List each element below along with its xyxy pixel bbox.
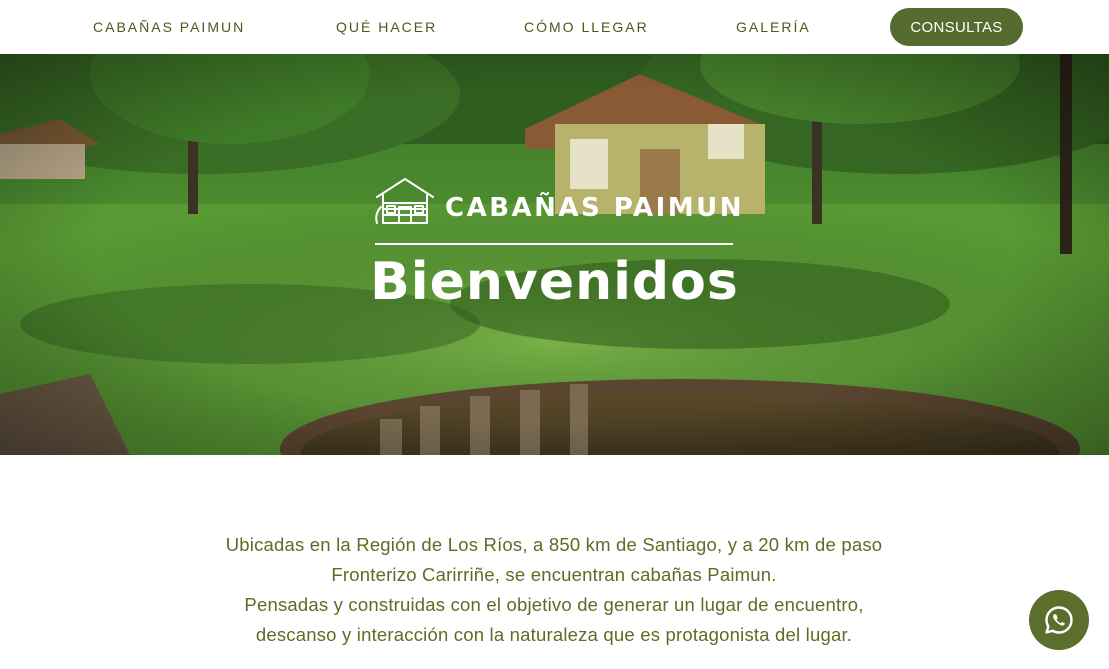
consultas-button[interactable]: CONSULTAS [890, 8, 1023, 46]
nav-link-galeria[interactable]: GALERÍA [736, 19, 811, 35]
intro-line: Pensadas y construidas con el objetivo d… [244, 594, 864, 615]
whatsapp-icon [1045, 606, 1073, 634]
intro-line: descanso y interacción con la naturaleza… [255, 624, 853, 645]
brand-logo: CABAÑAS PAIMUN [375, 177, 742, 225]
whatsapp-button[interactable] [1029, 590, 1089, 650]
nav-link-cabanas-paimun[interactable]: CABAÑAS PAIMUN [93, 19, 245, 35]
cabin-icon [375, 178, 434, 224]
top-navigation: CABAÑAS PAIMUN QUÉ HACER CÓMO LLEGAR GAL… [0, 0, 1109, 54]
nav-link-que-hacer[interactable]: QUÉ HACER [336, 19, 437, 35]
nav-link-como-llegar[interactable]: CÓMO LLEGAR [524, 19, 649, 35]
intro-line: Ubicadas en la Región de Los Ríos, a 850… [225, 534, 883, 555]
brand-name: CABAÑAS PAIMUN [445, 193, 745, 223]
hero-banner: CABAÑAS PAIMUN Bienvenidos [0, 54, 1109, 455]
brand-divider [375, 243, 733, 245]
intro-line: Fronterizo Carirriñe, se encuentran caba… [331, 564, 777, 585]
hero-title: Bienvenidos [370, 252, 739, 312]
intro-text: Ubicadas en la Región de Los Ríos, a 850… [154, 530, 954, 650]
